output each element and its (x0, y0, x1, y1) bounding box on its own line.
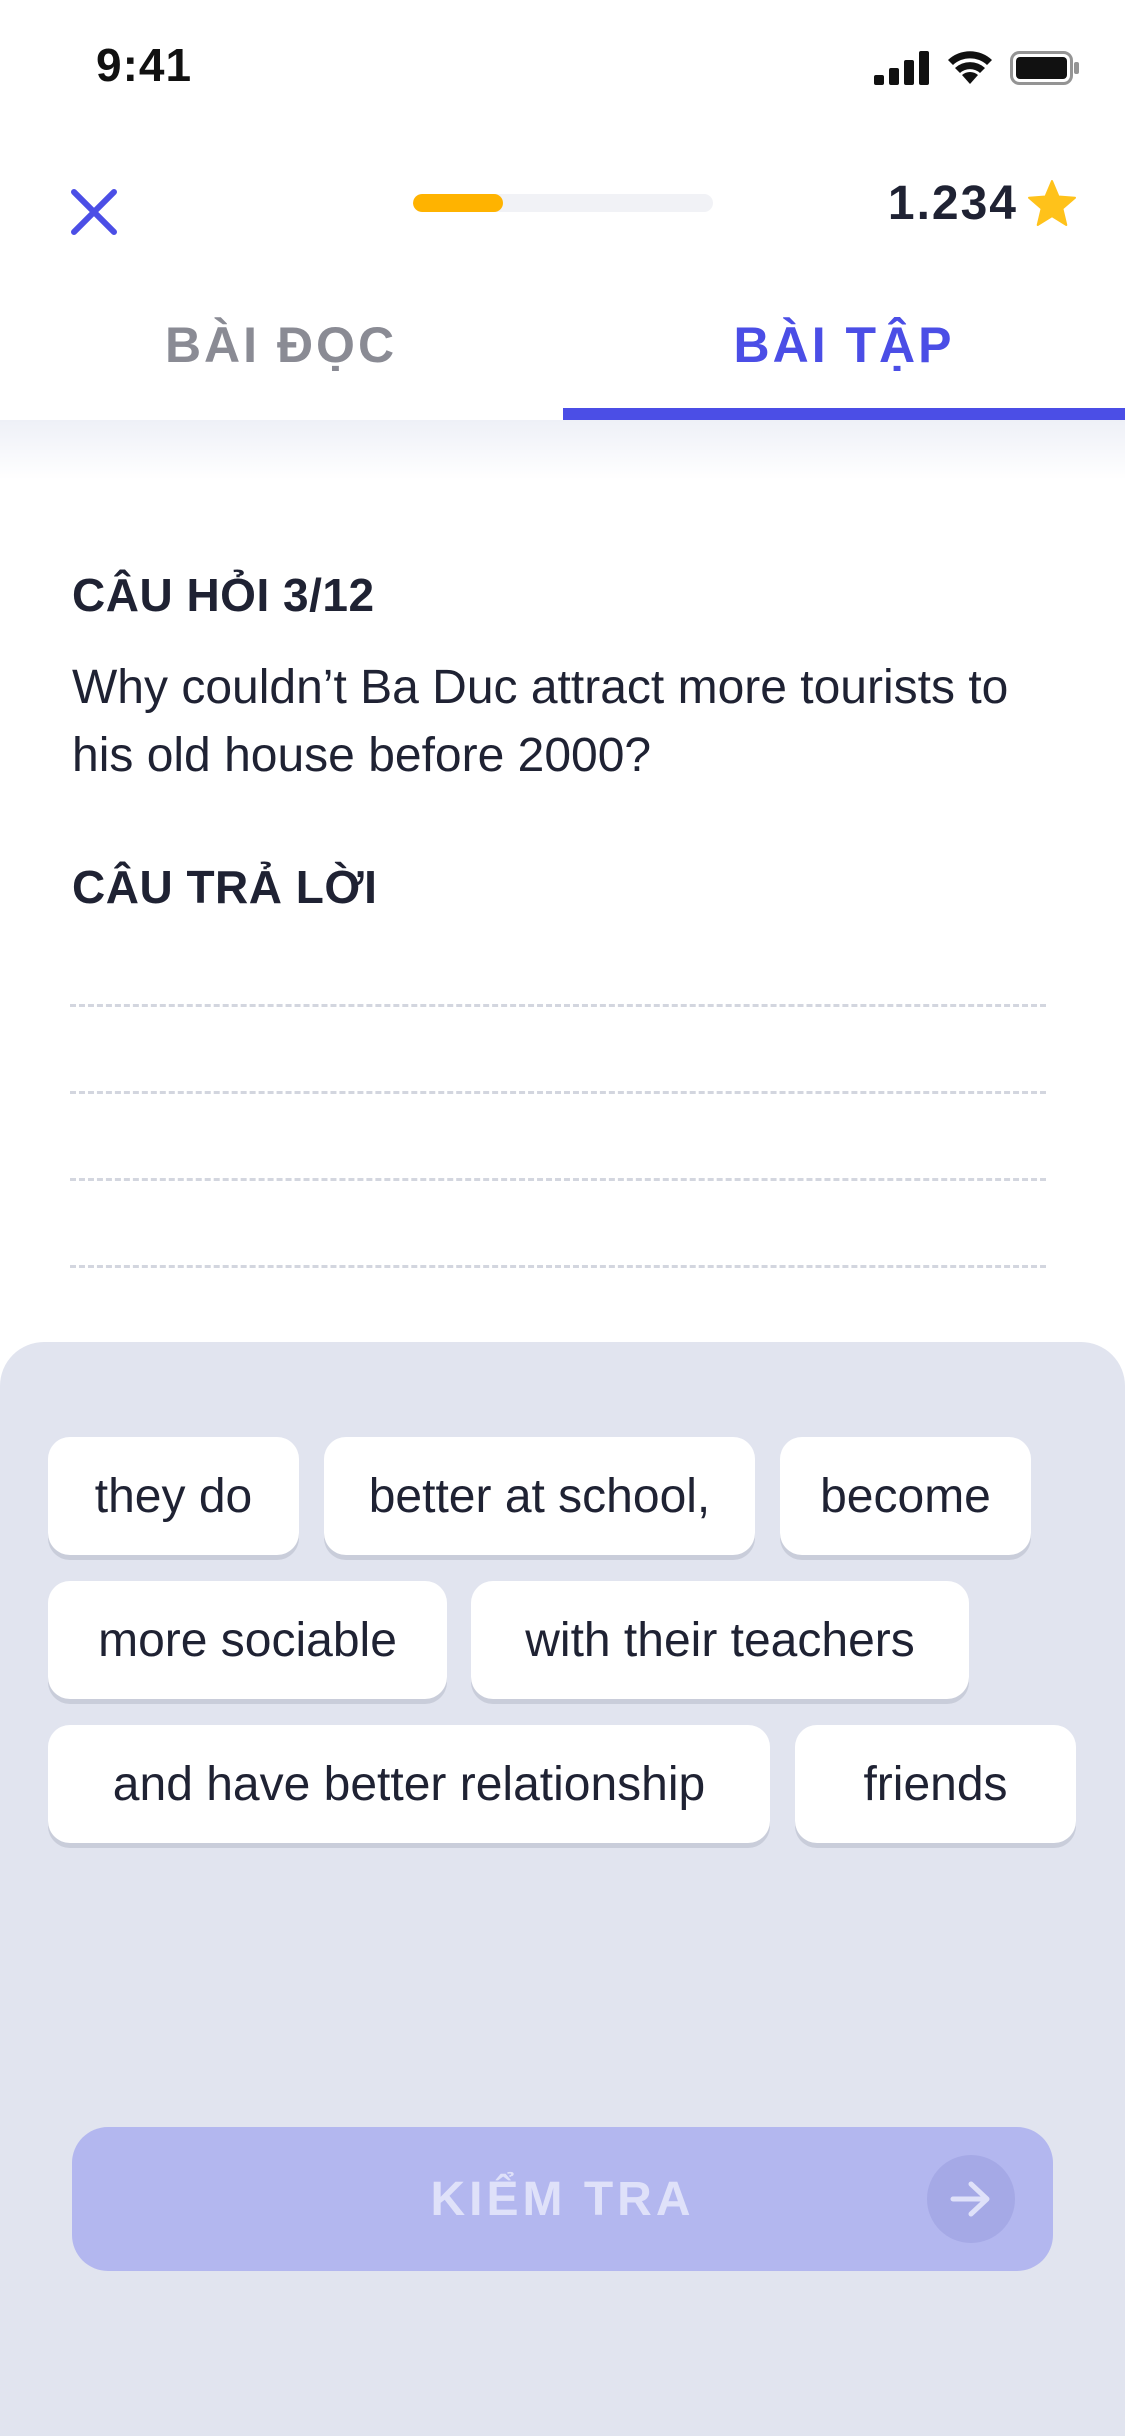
answer-line (70, 1265, 1046, 1268)
arrow-right-icon (927, 2155, 1015, 2243)
active-tab-indicator (563, 408, 1125, 420)
word-chip[interactable]: more sociable (48, 1581, 447, 1699)
word-chip[interactable]: friends (795, 1725, 1076, 1843)
status-icons (874, 50, 1080, 86)
question-number: CÂU HỎI 3/12 (72, 569, 375, 621)
tab-bar-shadow (0, 420, 1125, 480)
wifi-icon (948, 51, 992, 84)
word-chip[interactable]: they do (48, 1437, 299, 1555)
word-chip[interactable]: with their teachers (471, 1581, 969, 1699)
signal-icon (874, 51, 929, 85)
status-time: 9:41 (96, 39, 193, 91)
answer-label: CÂU TRẢ LỜI (72, 861, 378, 913)
answer-line (70, 1178, 1046, 1181)
tab-exercise[interactable]: BÀI TẬP (563, 300, 1125, 420)
check-button[interactable]: KIỂM TRA (72, 2127, 1053, 2271)
answer-line (70, 1091, 1046, 1094)
check-button-label: KIỂM TRA (430, 2172, 695, 2226)
battery-icon (1010, 51, 1079, 85)
lesson-progress-bar (413, 194, 713, 212)
word-chip[interactable]: and have better relationship (48, 1725, 770, 1843)
tab-bar: BÀI ĐỌC BÀI TẬP (0, 300, 1125, 420)
score: 1.234 (888, 176, 1078, 231)
answer-line (70, 1004, 1046, 1007)
progress-fill (413, 194, 503, 212)
question-text: Why couldn’t Ba Duc attract more tourist… (72, 661, 1009, 782)
star-icon (1028, 179, 1076, 226)
score-value: 1.234 (887, 177, 1018, 230)
close-icon (71, 189, 117, 235)
status-bar: 9:41 (0, 0, 1125, 130)
close-button[interactable] (66, 184, 122, 240)
tab-reading[interactable]: BÀI ĐỌC (0, 300, 562, 420)
word-chip[interactable]: become (780, 1437, 1031, 1555)
word-chip[interactable]: better at school, (324, 1437, 755, 1555)
